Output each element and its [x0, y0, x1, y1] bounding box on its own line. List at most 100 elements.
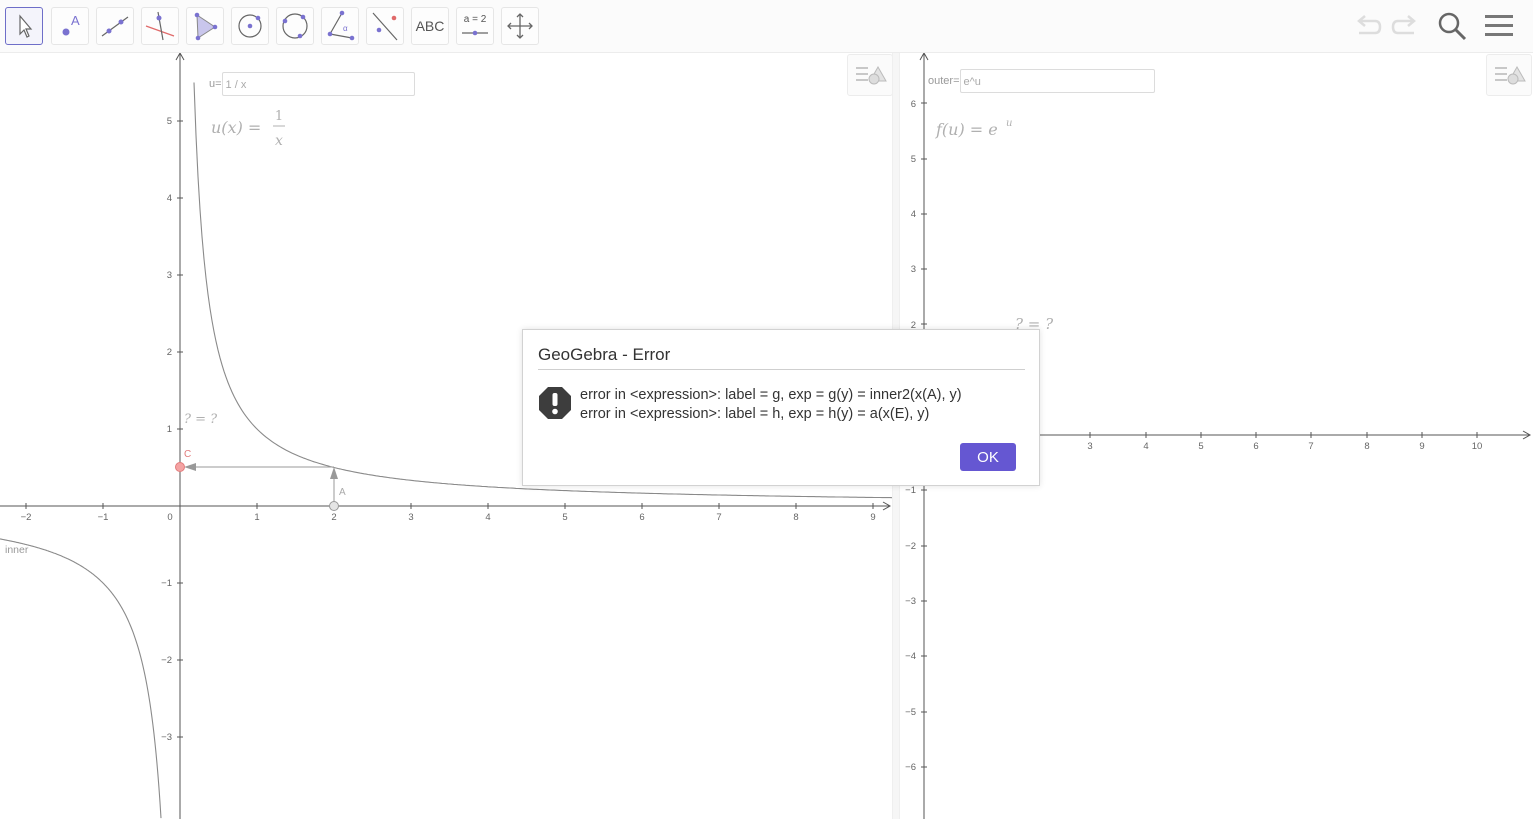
svg-text:−1: −1: [98, 512, 109, 523]
text-tool-button[interactable]: ABC: [411, 7, 449, 45]
svg-text:4: 4: [485, 512, 490, 523]
slider-icon: [462, 30, 488, 36]
svg-text:−2: −2: [161, 655, 172, 666]
formula-f-u-exponent: u: [1006, 118, 1012, 129]
svg-text:1: 1: [167, 424, 172, 435]
inner-curve-label: inner: [5, 544, 29, 556]
input-outer-field[interactable]: e^u: [959, 69, 1155, 93]
x-tick-labels-2: 3 4 5 6 7 8 9 10: [1087, 441, 1482, 452]
svg-text:8: 8: [1364, 441, 1369, 452]
input-u-field[interactable]: 1 / x: [221, 72, 415, 96]
reflect-tool-button[interactable]: [366, 7, 404, 45]
svg-text:3: 3: [911, 264, 916, 275]
svg-text:7: 7: [716, 512, 721, 523]
style-bar-toggle-left[interactable]: [847, 54, 892, 96]
svg-text:−1: −1: [905, 485, 916, 496]
placeholder-equation-left: ? = ?: [184, 412, 218, 427]
svg-text:5: 5: [1198, 441, 1203, 452]
search-button[interactable]: [1435, 10, 1469, 42]
svg-text:10: 10: [1472, 441, 1483, 452]
svg-text:6: 6: [639, 512, 644, 523]
dialog-separator: [538, 369, 1025, 370]
svg-text:1: 1: [254, 512, 259, 523]
svg-text:9: 9: [1419, 441, 1424, 452]
move-graphics-view-icon: [507, 13, 533, 39]
svg-text:9: 9: [870, 512, 875, 523]
style-bar-icon: [856, 65, 887, 85]
error-line-2: error in <expression>: label = h, exp = …: [580, 406, 930, 422]
error-icon: [539, 387, 571, 419]
svg-text:−3: −3: [905, 596, 916, 607]
error-dialog: GeoGebra - Error error in <expression>: …: [522, 329, 1040, 486]
ok-button[interactable]: OK: [960, 443, 1016, 471]
svg-text:6: 6: [1253, 441, 1258, 452]
x-tick-labels: −2 −1 0 1 2 3 4 5 6 7 8 9: [21, 512, 876, 523]
input-outer-label: outer=: [928, 75, 960, 87]
point-c-label: C: [184, 449, 191, 460]
formula-u-numerator: 1: [275, 109, 283, 124]
svg-text:4: 4: [1143, 441, 1148, 452]
perpendicular-line-icon: [145, 11, 175, 41]
svg-text:4: 4: [167, 193, 172, 204]
svg-text:3: 3: [167, 270, 172, 281]
point-a[interactable]: [329, 501, 339, 511]
svg-text:−5: −5: [905, 707, 916, 718]
inner-function-curve-negative[interactable]: [0, 538, 162, 819]
move-tool-button[interactable]: [5, 7, 43, 45]
slider-tool-button[interactable]: a = 2: [456, 7, 494, 45]
move-arrow-icon: [19, 14, 33, 38]
svg-text:3: 3: [1087, 441, 1092, 452]
undo-icon: [1357, 15, 1382, 35]
input-u-label: u=: [209, 78, 222, 90]
input-u: u= 1 / x: [209, 72, 415, 96]
svg-text:5: 5: [167, 116, 172, 127]
redo-button[interactable]: [1388, 10, 1422, 42]
move-graphics-tool-button[interactable]: [501, 7, 539, 45]
line-tool-button[interactable]: [96, 7, 134, 45]
point-tool-label: A: [71, 13, 80, 28]
menu-icon: [1485, 15, 1513, 36]
formula-f-u: f(u) = e: [935, 120, 998, 139]
svg-text:−6: −6: [905, 762, 916, 773]
perpendicular-tool-button[interactable]: [141, 7, 179, 45]
style-bar-icon: [1495, 65, 1526, 85]
circle-center-point-icon: [238, 14, 262, 38]
formula-u-lhs: u(x) =: [211, 118, 261, 137]
svg-text:0: 0: [167, 512, 172, 523]
circle-tool-button[interactable]: [231, 7, 269, 45]
point-c[interactable]: [175, 462, 185, 472]
svg-text:7: 7: [1308, 441, 1313, 452]
svg-text:4: 4: [911, 209, 916, 220]
angle-tool-label: α: [343, 24, 348, 33]
search-icon: [1438, 12, 1467, 41]
text-icon: ABC: [415, 18, 445, 34]
undo-button[interactable]: [1351, 10, 1385, 42]
input-outer: outer= e^u: [928, 69, 1155, 93]
angle-tool-button[interactable]: α: [321, 7, 359, 45]
main-menu-button[interactable]: [1482, 10, 1516, 42]
svg-text:5: 5: [911, 154, 916, 165]
svg-text:6: 6: [911, 99, 916, 110]
error-line-1: error in <expression>: label = g, exp = …: [580, 387, 962, 403]
line-through-points-icon: [101, 16, 129, 37]
point-tool-button[interactable]: A: [51, 7, 89, 45]
circle-three-points-icon: [282, 13, 308, 39]
angle-icon: α: [327, 10, 355, 41]
y-tick-labels: 5 4 3 2 1 −1 −2 −3: [161, 116, 172, 743]
svg-text:−1: −1: [161, 578, 172, 589]
circle3-tool-button[interactable]: [276, 7, 314, 45]
dialog-title: GeoGebra - Error: [538, 345, 671, 364]
style-bar-toggle-right[interactable]: [1486, 54, 1532, 96]
svg-text:−3: −3: [161, 732, 172, 743]
reflect-about-line-icon: [372, 12, 398, 41]
polygon-tool-button[interactable]: [186, 7, 224, 45]
redo-icon: [1391, 15, 1416, 35]
svg-text:−4: −4: [905, 651, 916, 662]
svg-text:5: 5: [562, 512, 567, 523]
formula-u-denominator: x: [275, 133, 283, 149]
svg-text:2: 2: [167, 347, 172, 358]
svg-text:2: 2: [331, 512, 336, 523]
svg-text:8: 8: [793, 512, 798, 523]
dialog-message: error in <expression>: label = g, exp = …: [580, 386, 962, 424]
point-icon: A: [62, 13, 80, 36]
